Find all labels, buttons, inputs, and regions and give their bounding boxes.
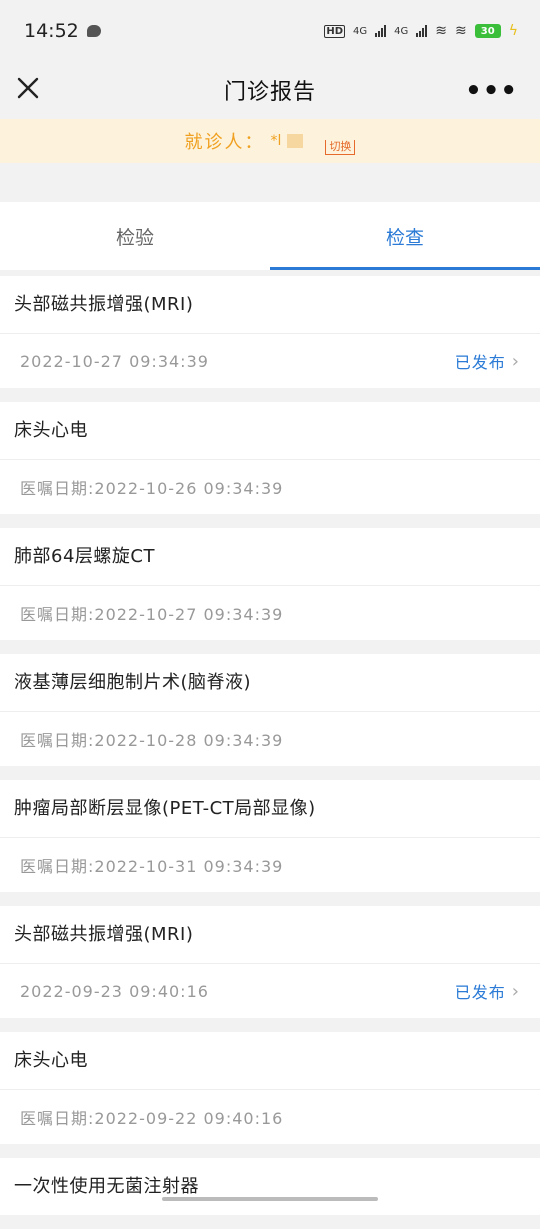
charging-icon: ϟ: [508, 23, 518, 39]
status-bar: 14:52 HD 4G 4G ≋ ≋ 30 ϟ: [0, 0, 540, 62]
status-time: 14:52: [24, 20, 79, 42]
list-item[interactable]: 一次性使用无菌注射器: [0, 1158, 540, 1215]
report-title: 肺部64层螺旋CT: [0, 528, 540, 586]
list-item[interactable]: 肿瘤局部断层显像(PET-CT局部显像) 医嘱日期:2022-10-31 09:…: [0, 780, 540, 892]
list-item[interactable]: 头部磁共振增强(MRI) 2022-10-27 09:34:39 已发布 ›: [0, 276, 540, 388]
report-title: 肿瘤局部断层显像(PET-CT局部显像): [0, 780, 540, 838]
list-item[interactable]: 头部磁共振增强(MRI) 2022-09-23 09:40:16 已发布 ›: [0, 906, 540, 1018]
list-item[interactable]: 床头心电 医嘱日期:2022-10-26 09:34:39: [0, 402, 540, 514]
report-status: 已发布: [454, 983, 506, 1002]
patient-bar: 就诊人： *l 切换: [0, 119, 540, 163]
report-status: 已发布: [454, 353, 506, 372]
nav-bar: 门诊报告 •••: [0, 62, 540, 118]
switch-patient-button[interactable]: 切换: [325, 139, 356, 155]
network-type-2: 4G: [394, 25, 409, 37]
patient-label: 就诊人：: [184, 132, 265, 153]
page-title: 门诊报告: [223, 80, 316, 105]
report-date: 2022-10-27 09:34:39: [20, 351, 209, 371]
report-title: 床头心电: [0, 402, 540, 460]
report-title: 一次性使用无菌注射器: [14, 1176, 199, 1197]
signal-icon-2: [416, 25, 428, 37]
list-item[interactable]: 液基薄层细胞制片术(脑脊液) 医嘱日期:2022-10-28 09:34:39: [0, 654, 540, 766]
report-date: 医嘱日期:2022-09-22 09:40:16: [20, 1109, 284, 1128]
report-date: 医嘱日期:2022-10-31 09:34:39: [20, 857, 284, 876]
chat-bubble-icon: [86, 25, 101, 37]
more-options-icon[interactable]: •••: [465, 76, 518, 106]
wifi-icon: ≋: [435, 23, 448, 39]
report-date: 2022-09-23 09:40:16: [20, 981, 209, 1001]
published-link[interactable]: 已发布 ›: [455, 349, 520, 373]
report-title: 床头心电: [0, 1032, 540, 1090]
chevron-right-icon: ›: [511, 980, 520, 1002]
home-indicator[interactable]: [162, 1197, 378, 1201]
report-tabs: 检验 检查: [0, 202, 540, 270]
published-link[interactable]: 已发布 ›: [455, 979, 520, 1003]
report-date: 医嘱日期:2022-10-28 09:34:39: [20, 731, 284, 750]
report-date: 医嘱日期:2022-10-27 09:34:39: [20, 605, 284, 624]
tab-lab-tests[interactable]: 检验: [0, 202, 270, 270]
wifi-icon-2: ≋: [455, 23, 467, 39]
network-type-1: 4G: [353, 25, 368, 37]
redacted-name-block: [287, 134, 304, 148]
list-item[interactable]: 肺部64层螺旋CT 医嘱日期:2022-10-27 09:34:39: [0, 528, 540, 640]
hd-voice-icon: HD: [324, 24, 346, 38]
report-date: 医嘱日期:2022-10-26 09:34:39: [20, 479, 284, 498]
chevron-right-icon: ›: [511, 350, 520, 372]
tab-examinations[interactable]: 检查: [270, 202, 540, 270]
report-title: 液基薄层细胞制片术(脑脊液): [0, 654, 540, 712]
report-title: 头部磁共振增强(MRI): [0, 906, 540, 964]
signal-icon-1: [375, 25, 387, 37]
report-list: 头部磁共振增强(MRI) 2022-10-27 09:34:39 已发布 › 床…: [0, 276, 540, 1229]
battery-icon: 30: [474, 24, 501, 38]
list-item[interactable]: 床头心电 医嘱日期:2022-09-22 09:40:16: [0, 1032, 540, 1144]
patient-name: *l: [270, 133, 282, 149]
report-title: 头部磁共振增强(MRI): [0, 276, 540, 334]
